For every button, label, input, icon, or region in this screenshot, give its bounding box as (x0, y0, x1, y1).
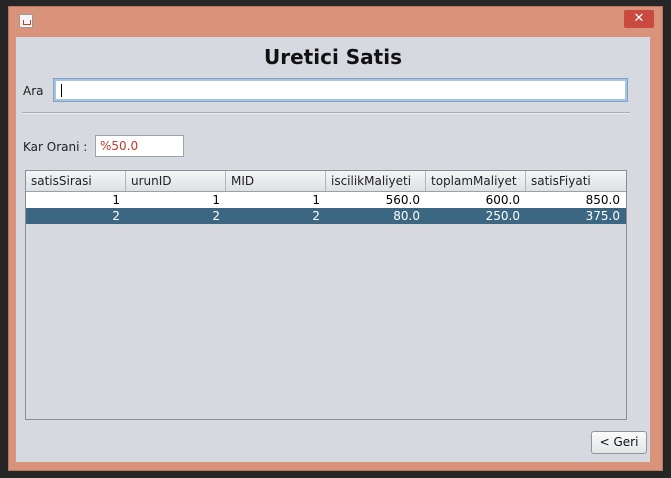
column-header[interactable]: toplamMaliyet (426, 171, 526, 191)
column-header[interactable]: satisSirasi (26, 171, 126, 191)
table-cell: 80.0 (393, 209, 420, 223)
back-button[interactable]: < Geri (591, 431, 647, 454)
app-window: ✕ Uretici Satis Ara Kar Orani : %50.0 sa… (8, 6, 663, 471)
text-caret (61, 84, 62, 97)
table-cell: 850.0 (585, 193, 620, 207)
table-cell: 1 (212, 193, 220, 207)
table-cell: 2 (212, 209, 220, 223)
title-bar[interactable]: ✕ (9, 7, 662, 37)
table-cell: 2 (312, 209, 320, 223)
search-label: Ara (23, 84, 44, 98)
table-cell: 250.0 (485, 209, 520, 223)
page-title: Uretici Satis (264, 45, 402, 69)
column-header[interactable]: satisFiyati (526, 171, 626, 191)
java-cup-icon (19, 14, 33, 28)
content-panel: Uretici Satis Ara Kar Orani : %50.0 sati… (16, 37, 650, 462)
column-header[interactable]: urunID (126, 171, 226, 191)
search-input[interactable] (53, 78, 628, 102)
kar-orani-field[interactable]: %50.0 (95, 135, 184, 157)
table-row-selected[interactable]: 2 2 2 80.0 250.0 375.0 (26, 208, 626, 224)
table-cell: 375.0 (585, 209, 620, 223)
table-cell: 1 (112, 193, 120, 207)
table-cell: 2 (112, 209, 120, 223)
table-header: satisSirasi urunID MID iscilikMaliyeti t… (26, 171, 626, 192)
column-header[interactable]: iscilikMaliyeti (326, 171, 426, 191)
column-header[interactable]: MID (226, 171, 326, 191)
sales-table[interactable]: satisSirasi urunID MID iscilikMaliyeti t… (25, 170, 627, 420)
close-button[interactable]: ✕ (624, 10, 654, 28)
kar-orani-label: Kar Orani : (23, 140, 88, 154)
table-cell: 1 (312, 193, 320, 207)
table-cell: 600.0 (485, 193, 520, 207)
table-row[interactable]: 1 1 1 560.0 600.0 850.0 (26, 192, 626, 208)
divider (22, 112, 630, 114)
table-cell: 560.0 (385, 193, 420, 207)
